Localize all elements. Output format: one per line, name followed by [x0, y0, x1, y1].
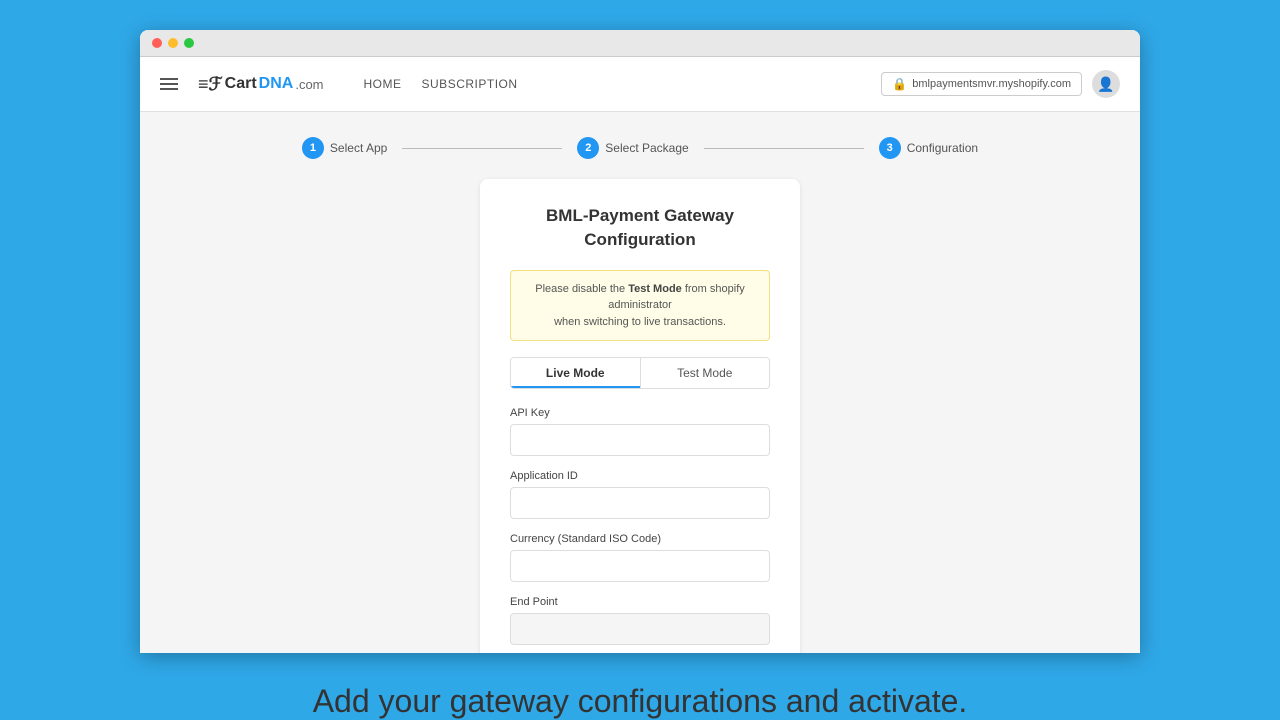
logo: ≡ℱ Cart DNA .com: [198, 74, 324, 95]
test-mode-button[interactable]: Test Mode: [641, 358, 770, 388]
step-1-circle: 1: [302, 137, 324, 159]
shopify-store-badge: 🔒 bmlpaymentsmvr.myshopify.com: [881, 72, 1082, 96]
nav-left: ≡ℱ Cart DNA .com HOME SUBSCRIPTION: [160, 74, 518, 95]
step-3-circle: 3: [879, 137, 901, 159]
steps-bar: 1 Select App 2 Select Package 3 Configur…: [140, 112, 1140, 179]
live-mode-button[interactable]: Live Mode: [511, 358, 640, 388]
endpoint-input[interactable]: [510, 613, 770, 645]
currency-input[interactable]: [510, 550, 770, 582]
shopify-icon: 🔒: [892, 77, 907, 91]
browser-bar: [140, 30, 1140, 57]
maximize-dot: [184, 38, 194, 48]
endpoint-label: End Point: [510, 596, 770, 608]
application-id-input[interactable]: [510, 487, 770, 519]
step-line-1: [402, 148, 562, 149]
api-key-label: API Key: [510, 407, 770, 419]
user-avatar[interactable]: 👤: [1092, 70, 1120, 98]
nav-right: 🔒 bmlpaymentsmvr.myshopify.com 👤: [881, 70, 1120, 98]
step-1: 1 Select App: [302, 137, 387, 159]
config-card: BML-Payment GatewayConfiguration Please …: [480, 179, 800, 653]
application-id-label: Application ID: [510, 470, 770, 482]
hamburger-icon[interactable]: [160, 78, 178, 90]
logo-symbol: ≡ℱ: [198, 74, 223, 95]
step-3: 3 Configuration: [879, 137, 978, 159]
logo-cart: Cart: [225, 75, 257, 93]
step-1-label: Select App: [330, 141, 387, 155]
step-3-label: Configuration: [907, 141, 978, 155]
application-id-group: Application ID: [510, 470, 770, 519]
shopify-store-name: bmlpaymentsmvr.myshopify.com: [912, 78, 1071, 90]
logo-com: .com: [295, 77, 323, 92]
nav-bar: ≡ℱ Cart DNA .com HOME SUBSCRIPTION 🔒 bml…: [140, 57, 1140, 112]
mode-toggle: Live Mode Test Mode: [510, 357, 770, 389]
nav-home[interactable]: HOME: [364, 77, 402, 91]
step-2-label: Select Package: [605, 141, 688, 155]
caption-text: Add your gateway configurations and acti…: [313, 683, 968, 720]
step-line-2: [704, 148, 864, 149]
api-key-group: API Key: [510, 407, 770, 456]
nav-links: HOME SUBSCRIPTION: [364, 77, 518, 91]
warning-banner: Please disable the Test Mode from shopif…: [510, 270, 770, 342]
nav-subscription[interactable]: SUBSCRIPTION: [422, 77, 518, 91]
card-title: BML-Payment GatewayConfiguration: [510, 204, 770, 252]
page-content: ≡ℱ Cart DNA .com HOME SUBSCRIPTION 🔒 bml…: [140, 57, 1140, 653]
step-2-circle: 2: [577, 137, 599, 159]
minimize-dot: [168, 38, 178, 48]
endpoint-group: End Point: [510, 596, 770, 645]
api-key-input[interactable]: [510, 424, 770, 456]
browser-window: ≡ℱ Cart DNA .com HOME SUBSCRIPTION 🔒 bml…: [140, 30, 1140, 653]
currency-label: Currency (Standard ISO Code): [510, 533, 770, 545]
close-dot: [152, 38, 162, 48]
currency-group: Currency (Standard ISO Code): [510, 533, 770, 582]
logo-dna: DNA: [259, 75, 294, 93]
step-2: 2 Select Package: [577, 137, 688, 159]
